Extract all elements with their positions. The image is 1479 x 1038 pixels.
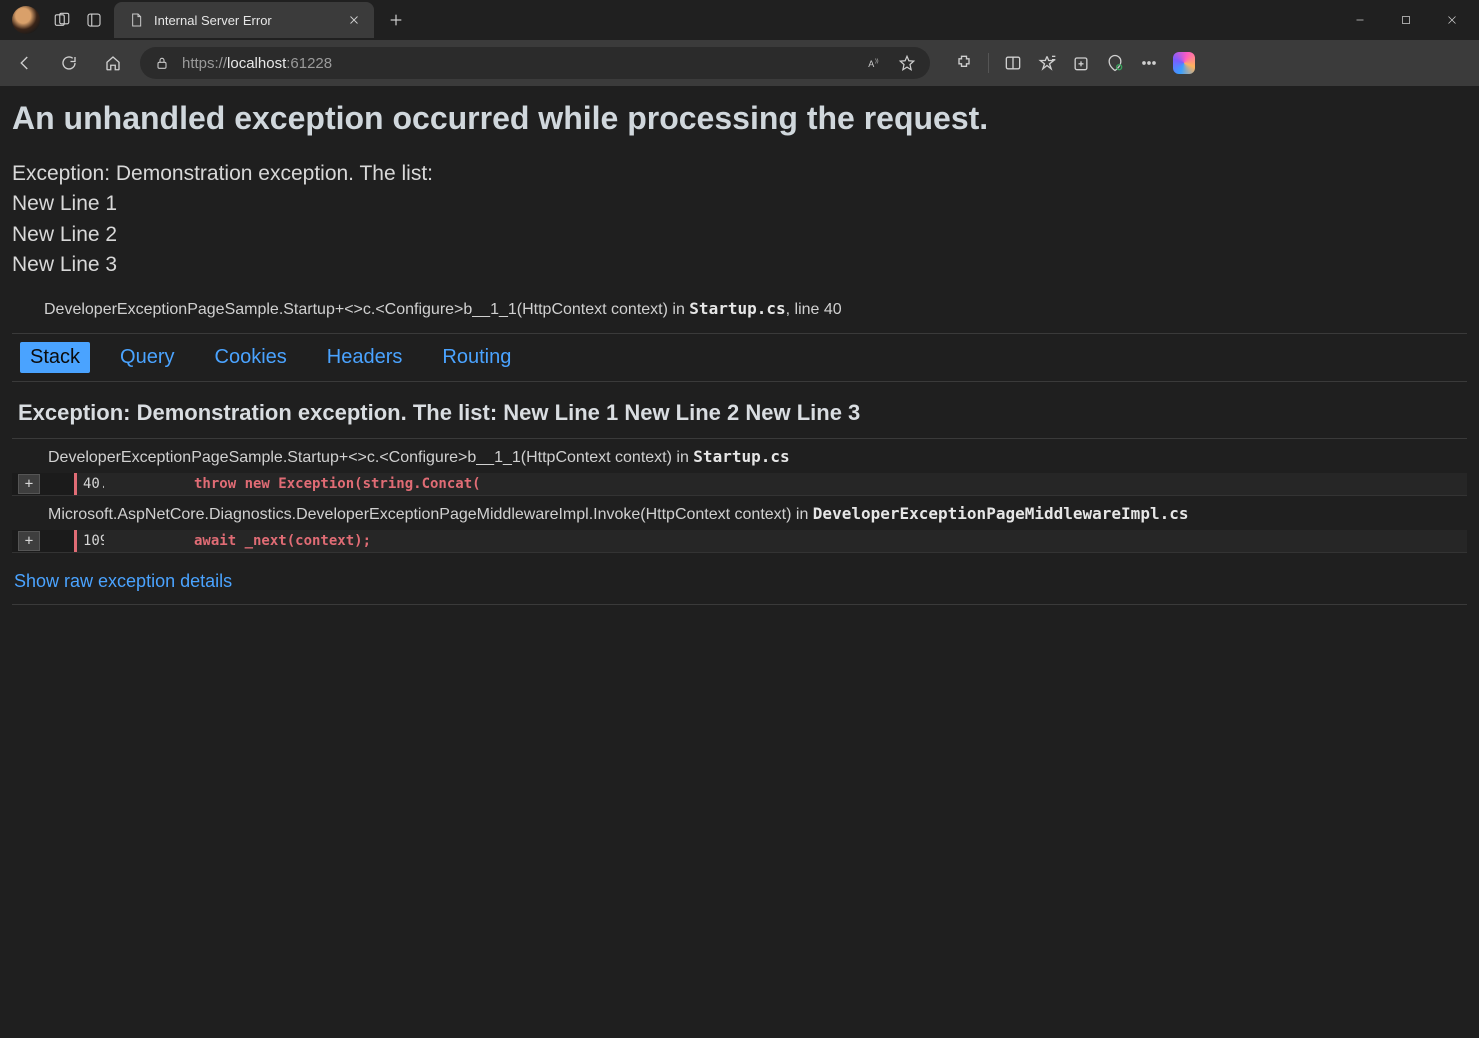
expand-frame-button[interactable]: +: [18, 531, 40, 551]
toolbar-right: [954, 52, 1195, 74]
page-content: An unhandled exception occurred while pr…: [0, 86, 1479, 1038]
tab-actions-icon[interactable]: [84, 10, 104, 30]
window-titlebar: Internal Server Error: [0, 0, 1479, 40]
page-title: An unhandled exception occurred while pr…: [12, 100, 1467, 137]
window-controls: [1337, 0, 1475, 40]
back-button[interactable]: [8, 46, 42, 80]
profile-avatar[interactable]: [12, 6, 40, 34]
toolbar-separator: [988, 53, 989, 73]
stack-heading: Exception: Demonstration exception. The …: [12, 382, 1467, 439]
minimize-button[interactable]: [1337, 0, 1383, 40]
tab-headers[interactable]: Headers: [317, 342, 413, 373]
expand-frame-button[interactable]: +: [18, 474, 40, 494]
split-screen-icon[interactable]: [1003, 53, 1023, 73]
read-aloud-icon[interactable]: A)): [866, 54, 884, 72]
frame-method: Microsoft.AspNetCore.Diagnostics.Develop…: [48, 506, 813, 523]
frame-header: DeveloperExceptionPageSample.Startup+<>c…: [12, 439, 1467, 473]
svg-text:)): )): [875, 58, 879, 64]
location-method: DeveloperExceptionPageSample.Startup+<>c…: [44, 301, 689, 318]
tab-routing[interactable]: Routing: [432, 342, 521, 373]
more-menu-icon[interactable]: [1139, 53, 1159, 73]
browser-tab[interactable]: Internal Server Error: [114, 2, 374, 38]
tab-title: Internal Server Error: [154, 13, 334, 28]
extensions-icon[interactable]: [954, 53, 974, 73]
home-button[interactable]: [96, 46, 130, 80]
new-tab-button[interactable]: [380, 4, 412, 36]
error-tabs: Stack Query Cookies Headers Routing: [12, 333, 1467, 382]
favorite-star-icon[interactable]: [898, 54, 916, 72]
url-scheme: https://: [182, 55, 227, 72]
refresh-button[interactable]: [52, 46, 86, 80]
browser-toolbar: https://localhost:61228 A)): [0, 40, 1479, 86]
show-raw-exception-link[interactable]: Show raw exception details: [12, 553, 1467, 605]
exception-message: Exception: Demonstration exception. The …: [12, 159, 1467, 281]
close-tab-icon[interactable]: [344, 10, 364, 30]
frame-file: DeveloperExceptionPageMiddlewareImpl.cs: [813, 504, 1189, 523]
code-line: await _next(context);: [104, 530, 1467, 552]
titlebar-left: [4, 6, 104, 34]
lock-icon: [154, 55, 170, 71]
favorites-icon[interactable]: [1037, 53, 1057, 73]
collections-icon[interactable]: [1071, 53, 1091, 73]
location-file: Startup.cs: [689, 299, 785, 318]
frame-header: Microsoft.AspNetCore.Diagnostics.Develop…: [12, 496, 1467, 530]
frame-code-row: + 40. throw new Exception(string.Concat(: [12, 473, 1467, 495]
tab-cookies[interactable]: Cookies: [205, 342, 297, 373]
url-text: https://localhost:61228: [182, 55, 332, 72]
frame-code-row: + 109. await _next(context);: [12, 530, 1467, 552]
stack-frame: DeveloperExceptionPageSample.Startup+<>c…: [12, 439, 1467, 496]
code-line-number: 109.: [74, 530, 104, 552]
location-suffix: , line 40: [786, 301, 842, 318]
frame-method: DeveloperExceptionPageSample.Startup+<>c…: [48, 449, 693, 466]
stack-frame: Microsoft.AspNetCore.Diagnostics.Develop…: [12, 496, 1467, 553]
code-line-number: 40.: [74, 473, 104, 495]
performance-icon[interactable]: [1105, 53, 1125, 73]
exception-location: DeveloperExceptionPageSample.Startup+<>c…: [12, 299, 1467, 319]
code-line: throw new Exception(string.Concat(: [104, 473, 1467, 495]
copilot-icon[interactable]: [1173, 52, 1195, 74]
svg-text:A: A: [868, 59, 874, 69]
tab-query[interactable]: Query: [110, 342, 184, 373]
tab-stack[interactable]: Stack: [20, 342, 90, 373]
frame-file: Startup.cs: [693, 447, 789, 466]
page-icon: [128, 12, 144, 28]
workspaces-icon[interactable]: [52, 10, 72, 30]
address-bar[interactable]: https://localhost:61228 A)): [140, 47, 930, 79]
close-window-button[interactable]: [1429, 0, 1475, 40]
maximize-button[interactable]: [1383, 0, 1429, 40]
url-port: :61228: [286, 55, 332, 72]
url-host: localhost: [227, 55, 286, 72]
